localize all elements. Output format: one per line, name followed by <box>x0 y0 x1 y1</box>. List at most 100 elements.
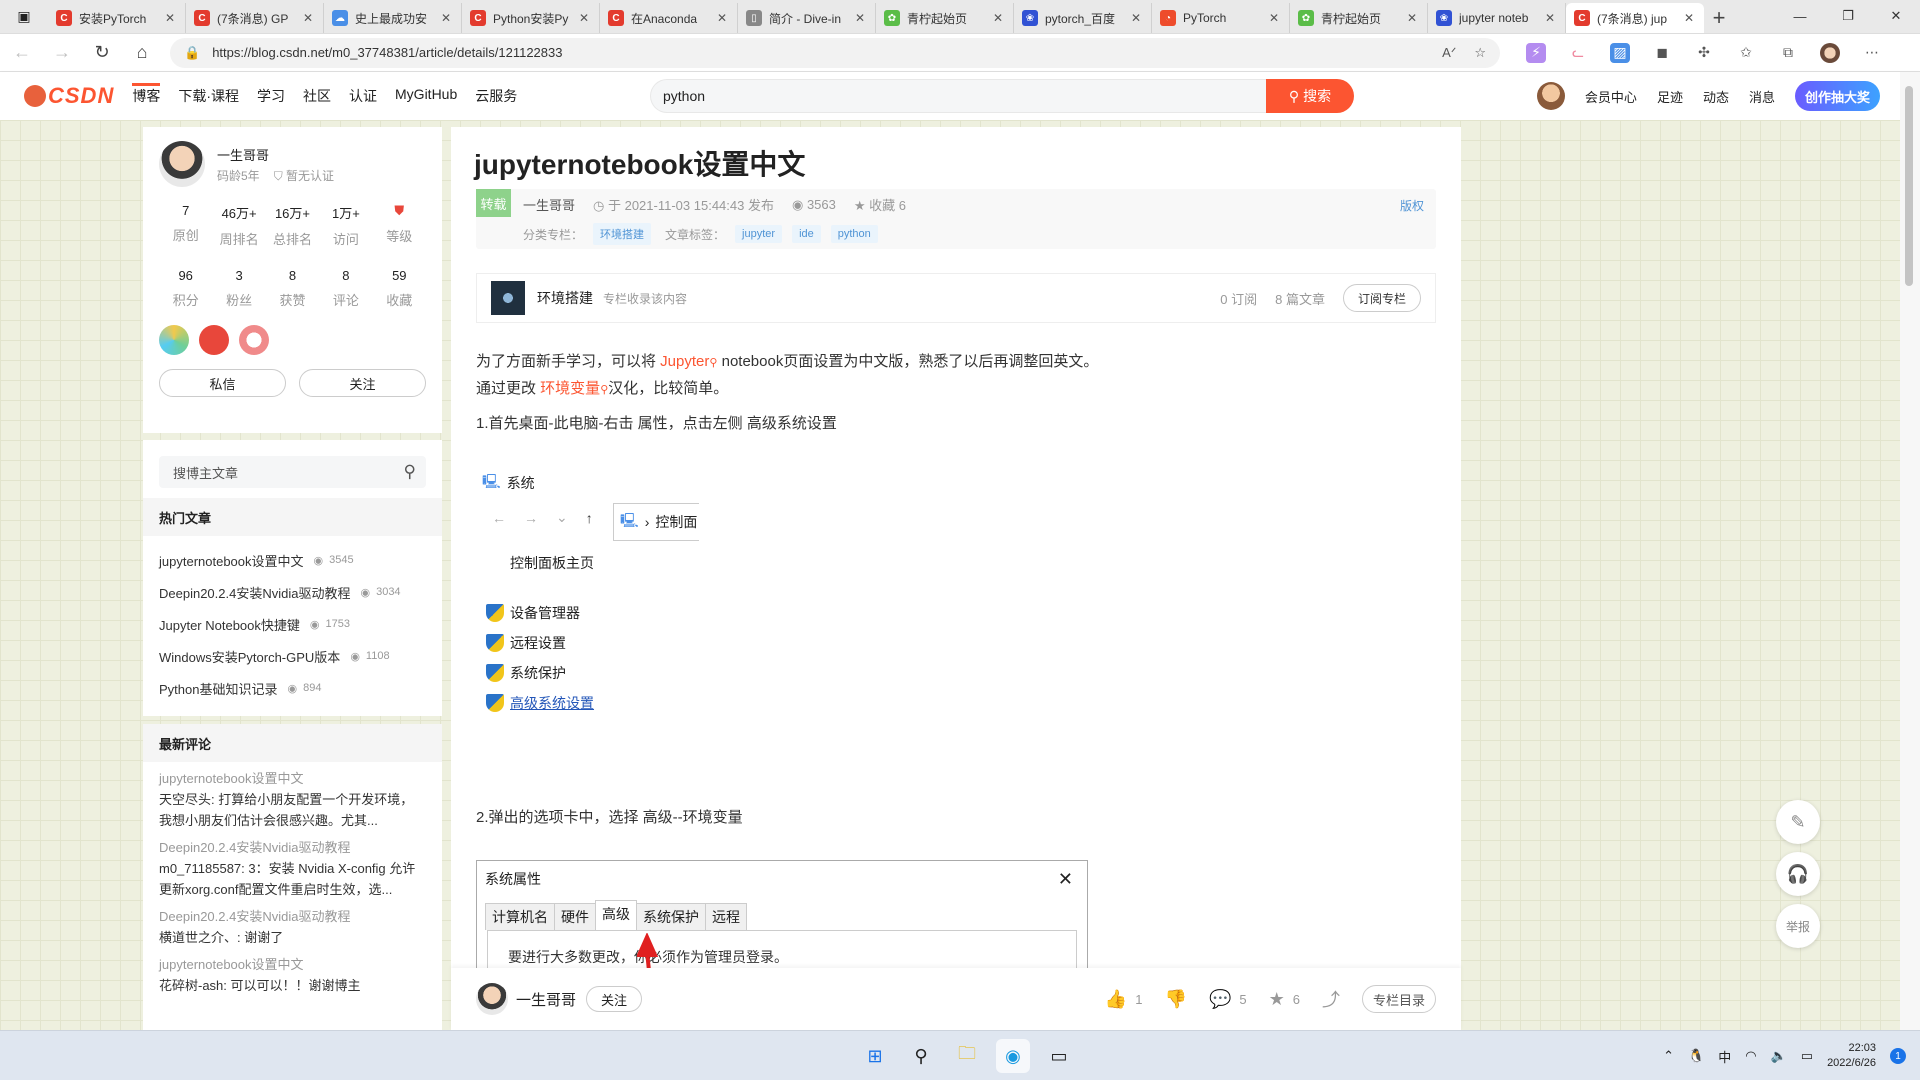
read-aloud-icon[interactable]: Aᐟ <box>1442 45 1456 61</box>
back-button[interactable]: ← <box>4 38 40 68</box>
nav-link[interactable]: 下载·课程 <box>178 86 239 106</box>
close-tab-icon[interactable]: ✕ <box>301 11 315 25</box>
extension-game-icon[interactable]: ◼ <box>1652 43 1672 63</box>
extension-icon[interactable]: ⚡ <box>1526 42 1546 63</box>
nav-link[interactable]: 云服务 <box>475 86 517 106</box>
hot-article-item[interactable]: Deepin20.2.4安装Nvidia驱动教程 ◉ 3034 <box>159 576 426 608</box>
author-name[interactable]: 一生哥哥 <box>516 989 576 1010</box>
column-name[interactable]: 环境搭建 <box>537 288 593 308</box>
close-tab-icon[interactable]: ✕ <box>1682 11 1696 25</box>
stat-item[interactable]: 1万+ 访问 <box>319 203 372 248</box>
new-tab-button[interactable]: + <box>1704 3 1734 33</box>
browser-tab[interactable]: ▯ 简介 - Dive-in ✕ <box>738 3 876 33</box>
close-tab-icon[interactable]: ✕ <box>1543 11 1557 25</box>
forward-button[interactable]: → <box>44 38 80 68</box>
browser-tab[interactable]: C Python安装Py ✕ <box>462 3 600 33</box>
browser-tab[interactable]: ☁ 史上最成功安 ✕ <box>324 3 462 33</box>
env-var-link[interactable]: 环境变量 <box>540 380 600 397</box>
badge-icon[interactable] <box>239 325 269 355</box>
restore-button[interactable]: ❐ <box>1824 0 1872 32</box>
column-directory-button[interactable]: 专栏目录 <box>1361 985 1436 1013</box>
hot-article-item[interactable]: jupyternotebook设置中文 ◉ 3545 <box>159 544 426 576</box>
extension-image-icon[interactable]: ▨ <box>1610 42 1630 63</box>
nav-link[interactable]: 学习 <box>257 86 285 106</box>
comment-item[interactable]: Deepin20.2.4安装Nvidia驱动教程 横道世之介、: 谢谢了 <box>143 900 442 948</box>
wifi-icon[interactable]: ◠ <box>1745 1048 1756 1064</box>
user-avatar[interactable] <box>1536 82 1565 110</box>
hot-article-item[interactable]: Jupyter Notebook快捷键 ◉ 1753 <box>159 608 426 640</box>
dislike-button[interactable]: 👎 <box>1165 989 1187 1010</box>
close-tab-icon[interactable]: ✕ <box>991 11 1005 25</box>
chevron-up-icon[interactable]: ⌃ <box>1663 1048 1674 1064</box>
follow-author-button[interactable]: 关注 <box>299 369 426 397</box>
report-button[interactable]: 举报 <box>1776 904 1820 948</box>
start-icon[interactable]: ⊞ <box>858 1039 892 1073</box>
stat-item[interactable]: 96 积分 <box>159 268 212 309</box>
volume-icon[interactable]: 🔈 <box>1771 1048 1787 1064</box>
browser-tab[interactable]: C 安装PyTorch ✕ <box>48 3 186 33</box>
close-tab-icon[interactable]: ✕ <box>715 11 729 25</box>
browser-tab[interactable]: C (7条消息) jup ✕ <box>1566 3 1704 33</box>
notification-badge[interactable]: 1 <box>1890 1048 1906 1064</box>
close-tab-icon[interactable]: ✕ <box>1129 11 1143 25</box>
extensions-icon[interactable]: ✣ <box>1694 43 1714 63</box>
nav-link[interactable]: 社区 <box>303 86 331 106</box>
close-tab-icon[interactable]: ✕ <box>577 11 591 25</box>
category-tag[interactable]: 环境搭建 <box>593 223 652 245</box>
clock[interactable]: 22:03 2022/6/26 <box>1827 1041 1876 1071</box>
search-icon[interactable]: ⚲ <box>404 462 416 482</box>
browser-tab[interactable]: ❀ pytorch_百度 ✕ <box>1014 3 1152 33</box>
hot-article-item[interactable]: Windows安装Pytorch-GPU版本 ◉ 1108 <box>159 640 426 672</box>
article-tag[interactable]: jupyter <box>735 225 783 243</box>
scrollbar-thumb[interactable] <box>1905 86 1913 286</box>
messages-link[interactable]: 消息 <box>1749 87 1775 106</box>
comment-item[interactable]: jupyternotebook设置中文 花碎树-ash: 可以可以！！谢谢博主 <box>143 948 442 996</box>
badge-icon[interactable] <box>159 325 189 355</box>
stat-item[interactable]: 3 粉丝 <box>212 268 265 309</box>
author-name[interactable]: 一生哥哥 <box>217 145 334 164</box>
terminal-icon[interactable]: ▭ <box>1042 1039 1076 1073</box>
stat-item[interactable]: ⛊ 等级 <box>373 203 426 248</box>
browser-tab[interactable]: C 在Anaconda ✕ <box>600 3 738 33</box>
badge-icon[interactable] <box>199 325 229 355</box>
browser-tab[interactable]: C (7条消息) GP ✕ <box>186 3 324 33</box>
favorite-article-button[interactable]: ★ 收藏 6 <box>854 195 906 214</box>
copyright-link[interactable]: 版权 <box>1400 197 1424 214</box>
more-menu-icon[interactable]: ⋯ <box>1862 43 1882 63</box>
nav-link[interactable]: MyGitHub <box>395 86 457 106</box>
favorite-button[interactable]: ★ 6 <box>1269 989 1300 1010</box>
browser-tab[interactable]: ✿ 青柠起始页 ✕ <box>876 3 1014 33</box>
blog-search-input[interactable]: 搜博主文章 ⚲ <box>159 456 426 488</box>
site-search-input[interactable]: python <box>650 79 1266 113</box>
collections-icon[interactable]: ⧉ <box>1778 43 1798 63</box>
favorite-add-icon[interactable]: ☆ <box>1474 45 1486 61</box>
stat-item[interactable]: 7 原创 <box>159 203 212 248</box>
comment-item[interactable]: jupyternotebook设置中文 天空尽头: 打算给小朋友配置一个开发环境，… <box>143 762 442 831</box>
close-window-button[interactable]: ✕ <box>1872 0 1920 32</box>
hot-article-item[interactable]: Python基础知识记录 ◉ 894 <box>159 672 426 704</box>
comment-button[interactable]: 💬 5 <box>1209 989 1247 1010</box>
author-avatar[interactable] <box>476 983 508 1015</box>
activity-link[interactable]: 动态 <box>1703 87 1729 106</box>
create-button[interactable]: 创作抽大奖 <box>1794 81 1880 111</box>
subscribe-column-button[interactable]: 订阅专栏 <box>1342 284 1421 312</box>
close-tab-icon[interactable]: ✕ <box>1405 11 1419 25</box>
close-tab-icon[interactable]: ✕ <box>1267 11 1281 25</box>
stat-item[interactable]: 46万+ 周排名 <box>212 203 265 248</box>
nav-link[interactable]: 博客 <box>132 83 161 106</box>
author-avatar[interactable] <box>159 141 205 187</box>
browser-tab[interactable]: ◔ PyTorch ✕ <box>1152 3 1290 33</box>
headset-icon[interactable]: 🎧 <box>1776 852 1820 896</box>
article-author-link[interactable]: 一生哥哥 <box>523 195 575 214</box>
jupyter-link[interactable]: Jupyter <box>660 353 709 370</box>
edge-icon[interactable]: ◉ <box>996 1039 1030 1073</box>
private-message-button[interactable]: 私信 <box>159 369 286 397</box>
share-button[interactable]: ⤴ <box>1322 986 1340 1012</box>
comment-item[interactable]: Deepin20.2.4安装Nvidia驱动教程 m0_71185587: 3：安… <box>143 831 442 900</box>
extension-cat-icon[interactable]: ᓚ <box>1568 43 1588 63</box>
close-tab-icon[interactable]: ✕ <box>163 11 177 25</box>
url-field[interactable]: 🔒 https://blog.csdn.net/m0_37748381/arti… <box>170 37 1500 68</box>
edit-icon[interactable]: ✎ <box>1776 800 1820 844</box>
profile-avatar[interactable] <box>1820 42 1840 63</box>
favorites-icon[interactable]: ✩ <box>1736 43 1756 63</box>
